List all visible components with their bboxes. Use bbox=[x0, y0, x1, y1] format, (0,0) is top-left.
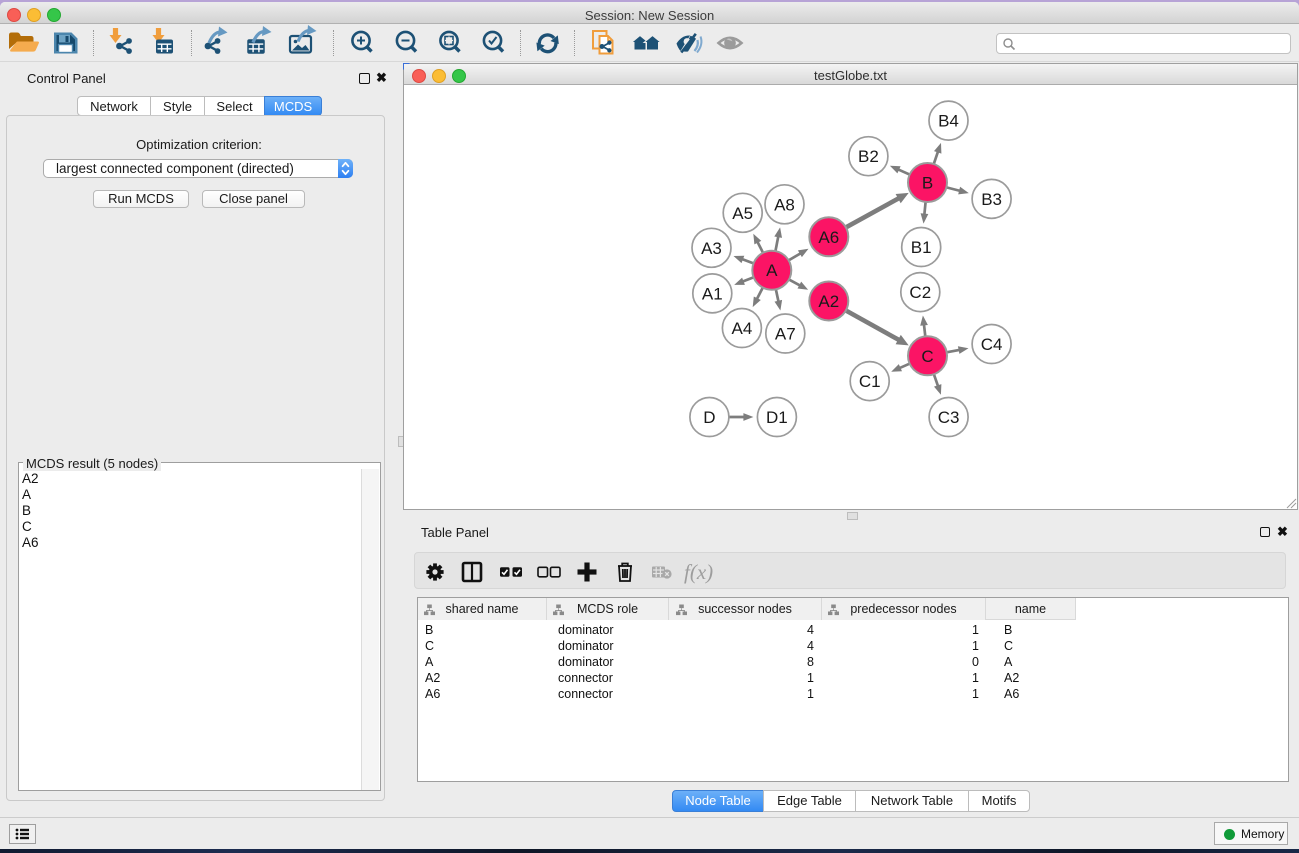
svg-text:B4: B4 bbox=[938, 112, 959, 131]
svg-text:B3: B3 bbox=[981, 190, 1002, 209]
svg-text:A7: A7 bbox=[775, 325, 796, 344]
svg-text:C3: C3 bbox=[938, 408, 960, 427]
svg-text:A3: A3 bbox=[701, 239, 722, 258]
svg-text:A1: A1 bbox=[702, 284, 723, 303]
svg-text:D: D bbox=[703, 408, 715, 427]
svg-text:A4: A4 bbox=[732, 319, 753, 338]
svg-text:B2: B2 bbox=[858, 147, 879, 166]
svg-text:D1: D1 bbox=[766, 408, 788, 427]
svg-text:f(x): f(x) bbox=[684, 560, 713, 584]
svg-text:C4: C4 bbox=[981, 335, 1003, 354]
svg-text:B: B bbox=[922, 174, 933, 193]
svg-text:A8: A8 bbox=[774, 195, 795, 214]
svg-text:A2: A2 bbox=[818, 292, 839, 311]
svg-text:C: C bbox=[921, 347, 933, 366]
svg-text:B1: B1 bbox=[911, 238, 932, 257]
svg-text:A: A bbox=[766, 261, 778, 280]
svg-text:A5: A5 bbox=[732, 204, 753, 223]
svg-text:C1: C1 bbox=[859, 372, 881, 391]
svg-text:A6: A6 bbox=[818, 228, 839, 247]
svg-text:C2: C2 bbox=[909, 283, 931, 302]
